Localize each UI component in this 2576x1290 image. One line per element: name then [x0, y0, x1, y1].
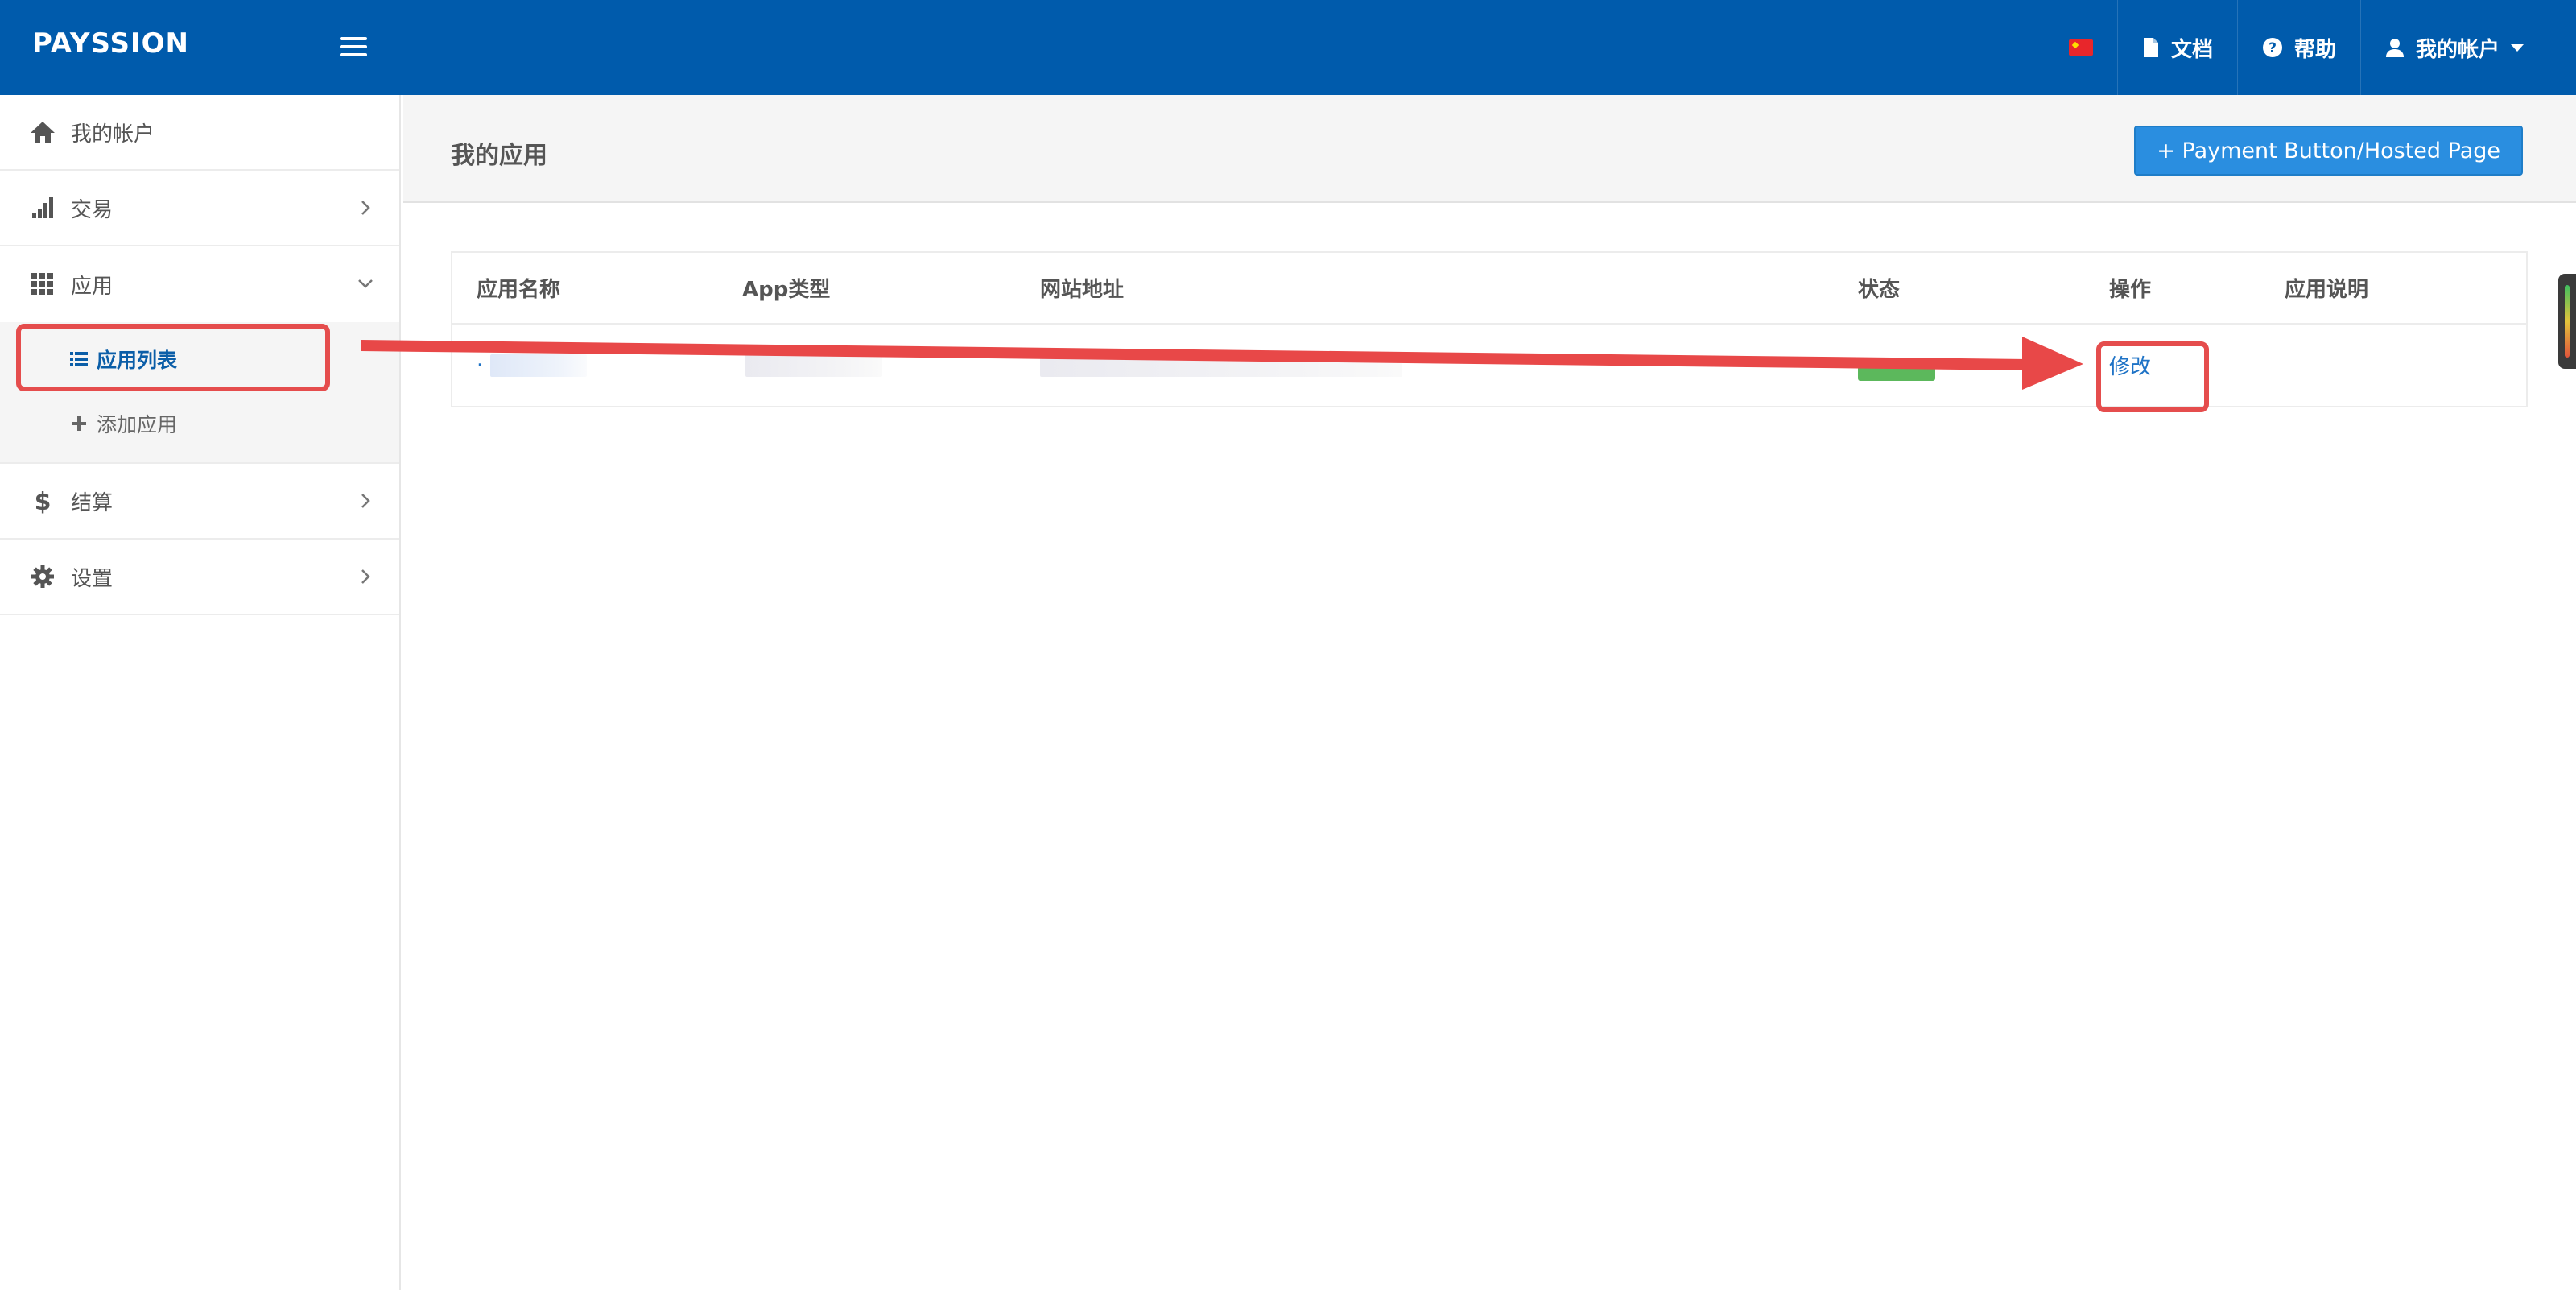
page-header: 我的应用 + Payment Button/Hosted Page [402, 95, 2576, 203]
svg-text:$: $ [35, 488, 52, 514]
description-cell [2260, 324, 2526, 406]
column-header-actions[interactable]: 操作 [2085, 253, 2260, 325]
app-type-redacted [745, 354, 882, 377]
annotation-highlight-app-list [16, 324, 330, 391]
app-type-cell [718, 324, 1016, 406]
sidebar-item-label: 应用 [71, 274, 114, 299]
hamburger-menu-icon[interactable] [325, 31, 382, 63]
sidebar-item-my-account[interactable]: 我的帐户 [0, 95, 399, 171]
sidebar-item-label: 设置 [71, 566, 114, 591]
chevron-right-icon [361, 201, 370, 215]
cn-flag-icon [2069, 39, 2093, 56]
app-name-cell[interactable]: · [452, 324, 718, 406]
app-name-redacted [489, 354, 587, 377]
status-cell [1834, 324, 2085, 406]
dollar-icon: $ [29, 487, 56, 515]
column-header-app-description[interactable]: 应用说明 [2260, 253, 2526, 325]
help-link[interactable]: ? 帮助 [2237, 0, 2360, 95]
sidebar-item-transactions[interactable]: 交易 [0, 171, 399, 246]
brand-logo[interactable]: PAYSSION [32, 27, 189, 60]
document-icon [2142, 37, 2160, 58]
sidebar: 我的帐户 交易 应用 应用列表 添加应用 $ 结算 设置 [0, 95, 401, 1290]
sidebar-item-label: 我的帐户 [71, 122, 155, 147]
table-row: · 修改 [452, 324, 2526, 406]
help-icon: ? [2262, 37, 2283, 58]
sidebar-item-label: 结算 [71, 490, 114, 515]
column-header-status[interactable]: 状态 [1834, 253, 2085, 325]
payment-button-hosted-page-button[interactable]: + Payment Button/Hosted Page [2134, 126, 2523, 176]
bar-chart-icon [29, 194, 56, 221]
sidebar-item-settings[interactable]: 设置 [0, 540, 399, 615]
chevron-right-icon [361, 494, 370, 508]
sidebar-item-apps[interactable]: 应用 [0, 246, 399, 322]
column-header-app-type[interactable]: App类型 [718, 253, 1016, 325]
grid-icon [29, 271, 56, 298]
top-navbar: PAYSSION 文档 ? 帮助 我的帐户 [0, 0, 2576, 95]
chevron-down-icon [358, 279, 373, 288]
floating-widget-tab[interactable] [2558, 274, 2576, 369]
table-header-row: 应用名称 App类型 网站地址 状态 操作 应用说明 [452, 253, 2526, 325]
account-label: 我的帐户 [2416, 37, 2500, 62]
status-badge [1858, 363, 1935, 381]
website-cell [1016, 324, 1834, 406]
docs-link[interactable]: 文档 [2117, 0, 2237, 95]
sub-item-label: 添加应用 [97, 413, 178, 436]
apps-table: 应用名称 App类型 网站地址 状态 操作 应用说明 · 修改 [451, 251, 2528, 407]
topbar-right-nav: 文档 ? 帮助 我的帐户 [2045, 0, 2548, 95]
page-title: 我的应用 [451, 142, 547, 170]
main-content: 我的应用 + Payment Button/Hosted Page 应用名称 A… [402, 95, 2576, 1290]
sidebar-item-settlement[interactable]: $ 结算 [0, 464, 399, 540]
help-label: 帮助 [2294, 37, 2337, 62]
annotation-highlight-edit-link [2096, 341, 2209, 412]
account-dropdown[interactable]: 我的帐户 [2360, 0, 2548, 95]
gear-icon [29, 563, 56, 590]
column-header-website[interactable]: 网站地址 [1016, 253, 1834, 325]
plus-icon [69, 414, 89, 433]
language-switch[interactable] [2045, 0, 2117, 95]
column-header-app-name[interactable]: 应用名称 [452, 253, 718, 325]
chevron-right-icon [361, 569, 370, 584]
website-redacted [1040, 354, 1402, 377]
svg-text:?: ? [2268, 40, 2277, 56]
app-name-prefix: · [477, 353, 484, 378]
sidebar-item-add-app[interactable]: 添加应用 [0, 391, 399, 456]
user-icon [2385, 37, 2405, 58]
caret-down-icon [2511, 43, 2524, 52]
home-icon [29, 118, 56, 146]
docs-label: 文档 [2171, 37, 2214, 62]
sidebar-item-label: 交易 [71, 197, 114, 222]
